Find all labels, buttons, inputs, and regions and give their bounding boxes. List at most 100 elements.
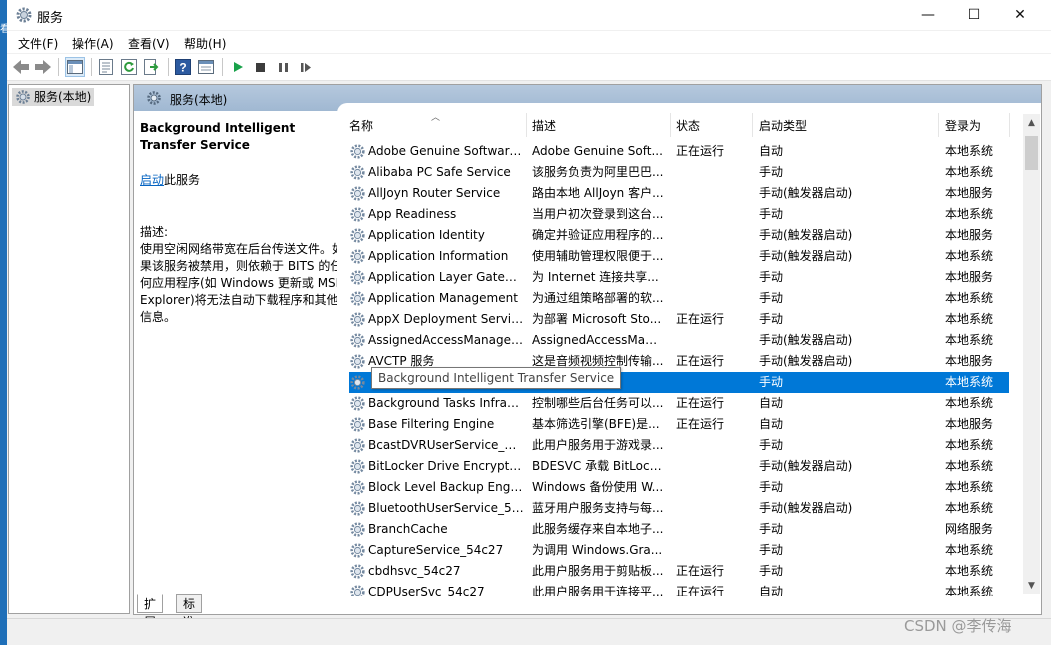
status-bar — [7, 618, 1051, 645]
service-name: BluetoothUserService_54... — [368, 501, 524, 515]
service-row[interactable]: AllJoyn Router Service 路由本地 AllJoyn 客户...… — [349, 183, 1009, 204]
service-row[interactable]: App Readiness 当用户初次登录到这台... 手动 本地系统 — [349, 204, 1009, 225]
service-description: 为通过组策略部署的软... — [532, 291, 664, 305]
services-gear-icon — [16, 90, 30, 104]
close-button[interactable]: ✕ — [997, 0, 1043, 30]
service-gear-icon — [350, 186, 365, 201]
menu-file[interactable]: 文件(F) — [18, 35, 58, 52]
title-bar[interactable]: 服务 — ☐ ✕ — [7, 0, 1051, 30]
service-description: 蓝牙用户服务支持与每... — [532, 501, 664, 515]
column-divider[interactable] — [526, 113, 527, 137]
show-hide-tree-button[interactable] — [65, 57, 85, 77]
service-startup-type: 手动(触发器启动) — [759, 354, 853, 368]
service-log-on-as: 网络服务 — [945, 522, 994, 536]
service-log-on-as: 本地系统 — [945, 291, 994, 305]
service-row[interactable]: Block Level Backup Engi... Windows 备份使用 W… — [349, 477, 1009, 498]
window-title: 服务 — [37, 11, 64, 26]
console-view-button[interactable] — [196, 57, 216, 77]
column-header-status[interactable]: 状态 — [676, 117, 700, 134]
service-startup-type: 手动 — [759, 312, 784, 326]
resume-service-button[interactable] — [296, 57, 316, 77]
service-row[interactable]: BranchCache 此服务缓存来自本地子... 手动 网络服务 — [349, 519, 1009, 540]
menu-help[interactable]: 帮助(H) — [184, 35, 226, 52]
service-log-on-as: 本地系统 — [945, 144, 994, 158]
service-icon-cell — [349, 416, 366, 433]
menu-view[interactable]: 查看(V) — [128, 35, 170, 52]
service-row[interactable]: Application Layer Gatewa... 为 Internet 连接… — [349, 267, 1009, 288]
forward-button[interactable] — [33, 57, 53, 77]
service-status: 正在运行 — [676, 417, 725, 431]
service-row[interactable]: Adobe Genuine Software... Adobe Genuine S… — [349, 141, 1009, 162]
service-row[interactable]: CaptureService_54c27 为调用 Windows.Gra... 手动… — [349, 540, 1009, 561]
column-divider[interactable] — [752, 113, 753, 137]
service-row[interactable]: Application Information 使用辅助管理权限便于... 手动(触… — [349, 246, 1009, 267]
menu-bar: 文件(F) 操作(A) 查看(V) 帮助(H) — [7, 31, 1051, 53]
service-row[interactable]: BcastDVRUserService_54... 此用户服务用于游戏录... 手动… — [349, 435, 1009, 456]
minimize-button[interactable]: — — [905, 0, 951, 30]
resume-service-icon — [301, 62, 311, 72]
service-startup-type: 自动 — [759, 144, 784, 158]
service-status: 正在运行 — [676, 396, 725, 410]
service-row[interactable]: Base Filtering Engine 基本筛选引擎(BFE)是... 正在运行… — [349, 414, 1009, 435]
start-service-link[interactable]: 启动 — [140, 173, 164, 187]
start-service-suffix: 此服务 — [164, 173, 201, 187]
service-row[interactable]: AppX Deployment Servic... 为部署 Microsoft S… — [349, 309, 1009, 330]
service-row[interactable]: Application Management 为通过组策略部署的软... 手动 本地系… — [349, 288, 1009, 309]
show-hide-tree-icon — [67, 60, 83, 74]
scroll-down-icon[interactable]: ▼ — [1023, 577, 1040, 594]
service-row[interactable]: Alibaba PC Safe Service 该服务负责为阿里巴巴... 手动 本地… — [349, 162, 1009, 183]
service-description: 此服务缓存来自本地子... — [532, 522, 664, 536]
pause-service-button[interactable] — [273, 57, 293, 77]
service-icon-cell — [349, 227, 366, 244]
service-gear-icon — [350, 291, 365, 306]
properties-button[interactable] — [96, 57, 116, 77]
service-description: Windows 备份使用 W... — [532, 480, 664, 494]
service-gear-icon — [350, 354, 365, 369]
refresh-button[interactable] — [119, 57, 139, 77]
menu-action[interactable]: 操作(A) — [72, 35, 114, 52]
service-log-on-as: 本地系统 — [945, 543, 994, 557]
column-divider[interactable] — [938, 113, 939, 137]
service-log-on-as: 本地服务 — [945, 186, 994, 200]
tab-extended[interactable]: 扩展 — [137, 594, 164, 629]
minimize-icon: — — [921, 7, 935, 23]
service-row[interactable]: cbdhsvc_54c27 此用户服务用于剪贴板... 正在运行 手动 本地系统 — [349, 561, 1009, 582]
service-name: CDPUserSvc_54c27 — [368, 585, 485, 596]
service-gear-icon — [350, 543, 365, 558]
start-service-button[interactable] — [228, 57, 248, 77]
service-row[interactable]: BluetoothUserService_54... 蓝牙用户服务支持与每... 手… — [349, 498, 1009, 519]
stop-service-button[interactable] — [250, 57, 270, 77]
service-startup-type: 手动 — [759, 543, 784, 557]
service-icon-cell — [349, 521, 366, 538]
tree-item-services-local[interactable]: 服务(本地) — [12, 88, 95, 106]
help-button[interactable]: ? — [173, 57, 193, 77]
vertical-scrollbar[interactable]: ▲ ▼ — [1023, 114, 1040, 594]
column-header-startup-type[interactable]: 启动类型 — [759, 117, 807, 134]
service-row[interactable]: BitLocker Drive Encryptio... BDESVC 承载 Bi… — [349, 456, 1009, 477]
column-header-log-on-as[interactable]: 登录为 — [945, 117, 981, 134]
service-log-on-as: 本地服务 — [945, 270, 994, 284]
column-divider[interactable] — [670, 113, 671, 137]
export-list-icon — [144, 59, 159, 75]
service-name: App Readiness — [368, 207, 457, 221]
column-divider[interactable] — [1009, 113, 1010, 137]
back-button[interactable] — [11, 57, 31, 77]
maximize-button[interactable]: ☐ — [951, 0, 997, 30]
service-row[interactable]: Application Identity 确定并验证应用程序的... 手动(触发器启… — [349, 225, 1009, 246]
service-log-on-as: 本地系统 — [945, 249, 994, 263]
service-row[interactable]: AssignedAccessManager... AssignedAccessMa… — [349, 330, 1009, 351]
service-row[interactable]: CDPUserSvc_54c27 此用户服务用于连接平... 正在运行 自动 本地系统 — [349, 582, 1009, 596]
service-log-on-as: 本地系统 — [945, 438, 994, 452]
service-startup-type: 手动 — [759, 480, 784, 494]
service-row[interactable]: Background Tasks Infras... 控制哪些后台任务可以... 正… — [349, 393, 1009, 414]
scroll-up-icon[interactable]: ▲ — [1023, 114, 1040, 131]
tab-standard[interactable]: 标准 — [176, 594, 203, 629]
column-header-name[interactable]: 名称 — [349, 117, 373, 134]
service-description: 该服务负责为阿里巴巴... — [532, 165, 664, 179]
export-list-button[interactable] — [142, 57, 162, 77]
scroll-thumb[interactable] — [1025, 136, 1038, 170]
service-gear-icon — [350, 459, 365, 474]
column-header-description[interactable]: 描述 — [532, 117, 556, 134]
list-header: ︿ 名称 描述 状态 启动类型 登录为 — [337, 103, 1041, 141]
service-startup-type: 手动 — [759, 165, 784, 179]
